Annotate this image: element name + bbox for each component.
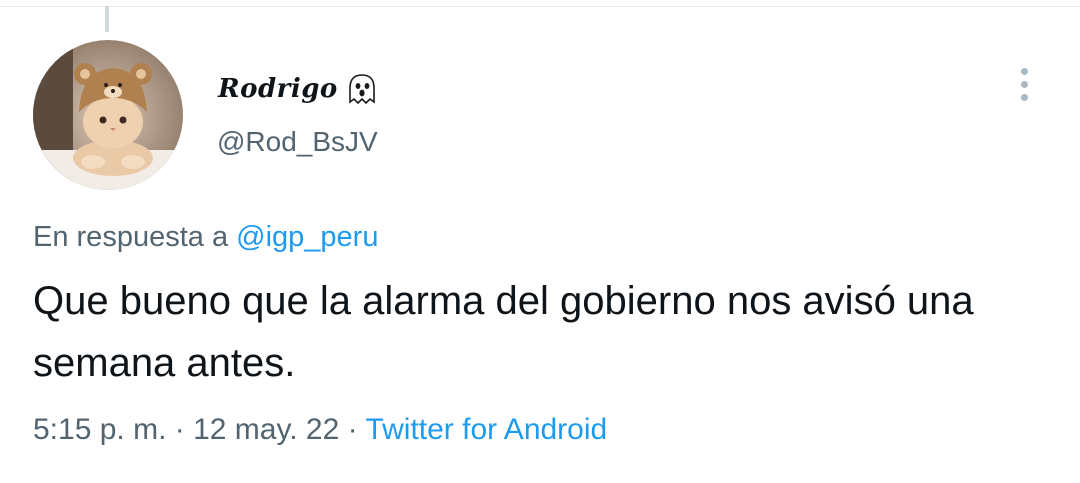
reply-context: En respuesta a @igp_peru bbox=[33, 221, 378, 254]
meta-separator: · bbox=[174, 413, 185, 446]
reply-mention-link[interactable]: @igp_peru bbox=[236, 221, 378, 253]
more-vertical-icon-dot bbox=[1020, 80, 1028, 88]
more-options-button[interactable] bbox=[1010, 64, 1038, 104]
tweet-time[interactable]: 5:15 p. m. bbox=[33, 413, 166, 446]
meta-separator: · bbox=[347, 413, 358, 446]
reply-prefix: En respuesta a bbox=[33, 221, 229, 253]
tweet-text: Que bueno que la alarma del gobierno nos… bbox=[33, 279, 974, 385]
more-vertical-icon-dot bbox=[1020, 93, 1028, 101]
tweet-date[interactable]: 12 may. 22 bbox=[193, 413, 339, 446]
author-handle[interactable]: @Rod_BsJV bbox=[217, 126, 378, 158]
avatar[interactable] bbox=[33, 40, 183, 190]
author-display-name[interactable]: Rodrigo bbox=[218, 72, 378, 106]
ghost-icon bbox=[346, 72, 378, 106]
top-divider bbox=[0, 6, 1080, 7]
tweet-source-link[interactable]: Twitter for Android bbox=[365, 413, 607, 446]
tweet-metadata: 5:15 p. m. · 12 may. 22 · Twitter for An… bbox=[33, 413, 607, 447]
display-name-text: Rodrigo bbox=[218, 74, 338, 104]
cat-avatar-icon bbox=[33, 40, 183, 190]
thread-connector-line bbox=[105, 6, 109, 32]
more-vertical-icon bbox=[1020, 67, 1028, 75]
